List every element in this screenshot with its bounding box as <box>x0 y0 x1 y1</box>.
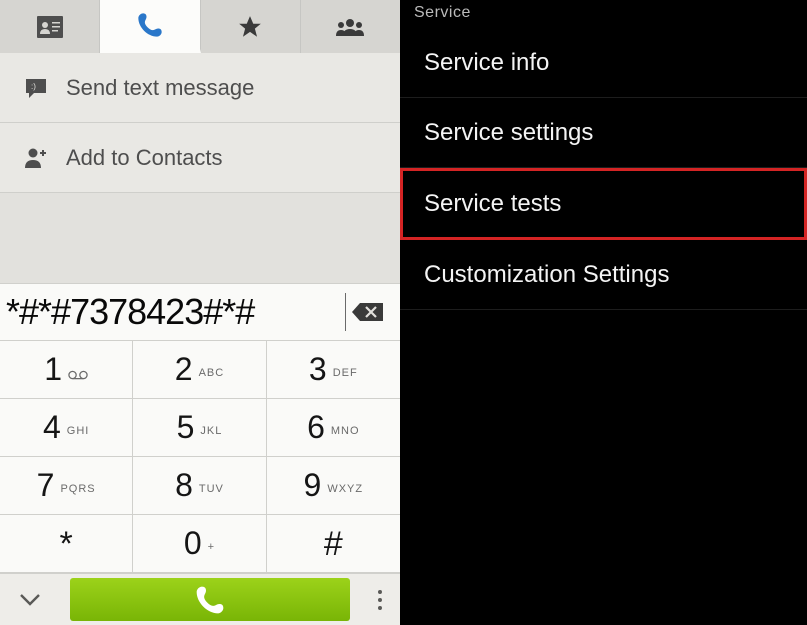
send-text-row[interactable]: :) Send text message <box>0 53 400 123</box>
letters: WXYZ <box>327 483 363 495</box>
tab-bar <box>0 0 400 53</box>
contact-card-icon <box>37 16 63 38</box>
item-label: Customization Settings <box>424 261 669 289</box>
keypad: 1 2 ABC 3 DEF 4 GHI 5 JKL 6 MNO 7 PQRS 8 TUV 9W… <box>0 341 400 573</box>
send-text-label: Send text message <box>66 75 254 101</box>
item-label: Service info <box>424 49 549 77</box>
letters: JKL <box>200 425 222 437</box>
item-label: Service tests <box>424 190 561 218</box>
backspace-button[interactable] <box>346 297 390 327</box>
add-contact-icon <box>22 144 50 172</box>
digit: * <box>60 525 73 564</box>
svg-text::): :) <box>31 82 36 91</box>
menu-dots-icon <box>377 588 383 612</box>
chevron-down-icon <box>19 593 41 607</box>
key-5[interactable]: 5 JKL <box>133 399 266 457</box>
key-2[interactable]: 2 ABC <box>133 341 266 399</box>
key-1[interactable]: 1 <box>0 341 133 399</box>
dialed-number: *#*#7378423#*# <box>6 291 343 333</box>
digit: 6 <box>307 409 325 446</box>
star-icon <box>237 14 263 40</box>
service-title: Service <box>400 0 807 28</box>
key-hash[interactable]: # <box>267 515 400 573</box>
phone-handset-icon <box>194 584 226 616</box>
letters: MNO <box>331 425 360 437</box>
digit: 0 <box>184 525 202 562</box>
tab-contacts[interactable] <box>0 0 100 53</box>
letters: + <box>208 541 215 553</box>
add-contact-row[interactable]: Add to Contacts <box>0 123 400 193</box>
group-icon <box>335 16 365 38</box>
call-button[interactable] <box>70 578 350 621</box>
digit: # <box>324 525 343 564</box>
speech-bubble-icon: :) <box>22 74 50 102</box>
key-star[interactable]: * <box>0 515 133 573</box>
letters: ABC <box>199 367 225 379</box>
digit: 7 <box>37 467 55 504</box>
dialer-spacer <box>0 193 400 283</box>
service-menu: Service Service info Service settings Se… <box>400 0 807 625</box>
overflow-menu-button[interactable] <box>360 574 400 625</box>
letters: GHI <box>67 425 90 437</box>
add-contact-label: Add to Contacts <box>66 145 223 171</box>
phone-icon <box>136 11 164 39</box>
key-9[interactable]: 9 WXYZ <box>267 457 400 515</box>
service-item-customization[interactable]: Customization Settings <box>400 240 807 310</box>
key-7[interactable]: 7 PQRS <box>0 457 133 515</box>
digit: 1 <box>44 351 62 388</box>
key-6[interactable]: 6 MNO <box>267 399 400 457</box>
digit: 5 <box>177 409 195 446</box>
key-8[interactable]: 8 TUV <box>133 457 266 515</box>
key-3[interactable]: 3 DEF <box>267 341 400 399</box>
digit: 8 <box>175 467 193 504</box>
digit: 3 <box>309 351 327 388</box>
digit: 4 <box>43 409 61 446</box>
voicemail-icon <box>68 370 88 380</box>
letters: DEF <box>333 367 358 379</box>
digit: 2 <box>175 351 193 388</box>
dial-display: *#*#7378423#*# <box>0 283 400 341</box>
item-label: Service settings <box>424 119 593 147</box>
key-4[interactable]: 4 GHI <box>0 399 133 457</box>
digit: 9 <box>304 467 322 504</box>
collapse-keypad-button[interactable] <box>0 574 60 625</box>
tab-dialer[interactable] <box>100 0 200 53</box>
service-item-tests[interactable]: Service tests <box>400 168 807 240</box>
backspace-icon <box>351 301 385 323</box>
service-item-info[interactable]: Service info <box>400 28 807 98</box>
letters: PQRS <box>60 483 95 495</box>
tab-groups[interactable] <box>301 0 400 53</box>
tab-favorites[interactable] <box>201 0 301 53</box>
letters: TUV <box>199 483 224 495</box>
service-item-settings[interactable]: Service settings <box>400 98 807 168</box>
key-0[interactable]: 0+ <box>133 515 266 573</box>
call-bar <box>0 573 400 625</box>
dialer-app: :) Send text message Add to Contacts *#*… <box>0 0 400 625</box>
